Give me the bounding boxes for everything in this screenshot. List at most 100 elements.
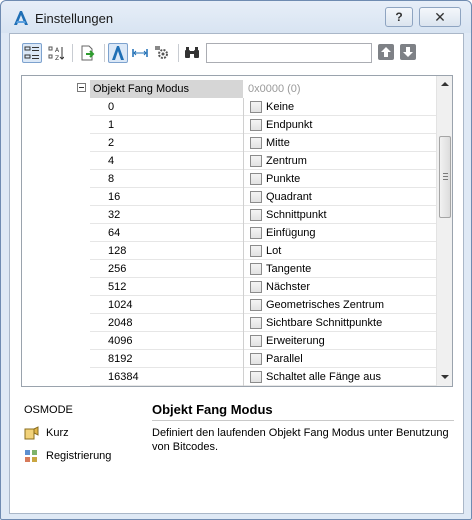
bitcode-value: 1 — [108, 119, 115, 131]
bitcode-label: Sichtbare Schnittpunkte — [266, 317, 383, 329]
column-divider — [243, 152, 244, 170]
description-divider — [152, 420, 454, 421]
bitcode-label: Geometrisches Zentrum — [266, 299, 384, 311]
bitcode-row[interactable]: 16 Quadrant — [90, 188, 436, 206]
bitcode-value: 4096 — [108, 335, 133, 347]
bitcode-checkbox[interactable] — [250, 371, 262, 383]
thumb-grip — [443, 173, 448, 174]
bitcode-checkbox[interactable] — [250, 191, 262, 203]
find-next-button[interactable] — [400, 44, 416, 60]
bitcode-checkbox[interactable] — [250, 299, 262, 311]
column-divider — [243, 350, 244, 368]
info-panel: OSMODE Kurz Registrierung Objekt Fang Mo… — [10, 394, 463, 514]
bitcode-checkbox[interactable] — [250, 227, 262, 239]
search-input[interactable] — [206, 43, 372, 63]
bitcode-checkbox[interactable] — [250, 155, 262, 167]
bitcode-row[interactable]: 8 Punkte — [90, 170, 436, 188]
bitcode-value: 128 — [108, 245, 127, 257]
export-button[interactable] — [78, 43, 98, 63]
bitcode-checkbox[interactable] — [250, 263, 262, 275]
bitcode-row[interactable]: 256 Tangente — [90, 260, 436, 278]
autocad-variables-icon — [112, 46, 124, 60]
window-title: Einstellungen — [35, 11, 114, 26]
lamp-icon — [24, 426, 39, 440]
column-divider — [243, 296, 244, 314]
bitcode-checkbox[interactable] — [250, 101, 262, 113]
settings-button[interactable] — [152, 43, 172, 63]
bitcode-label: Schnittpunkt — [266, 209, 327, 221]
close-button[interactable]: ✕ — [419, 7, 461, 27]
parameter-name: Objekt Fang Modus — [90, 80, 243, 98]
help-button[interactable]: ? — [385, 7, 413, 27]
thumb-grip — [443, 176, 448, 177]
bitcode-row[interactable]: 32 Schnittpunkt — [90, 206, 436, 224]
bitcode-label: Lot — [266, 245, 282, 257]
settings-window: Einstellungen ? ✕ A Z Objekt Fang Modus … — [0, 0, 472, 520]
bitcode-row[interactable]: 0 Keine — [90, 98, 436, 116]
bitcode-checkbox[interactable] — [250, 173, 262, 185]
arrow-down-icon — [403, 47, 413, 57]
registry-icon — [25, 450, 37, 462]
column-divider — [243, 224, 244, 242]
column-divider — [243, 260, 244, 278]
column-divider — [243, 278, 244, 296]
bitcode-row[interactable]: 512 Nächster — [90, 278, 436, 296]
bitcode-label: Zentrum — [266, 155, 307, 167]
categorized-view-button[interactable] — [22, 43, 42, 63]
bitcode-value: 8 — [108, 173, 115, 185]
settings-gear-icon — [155, 46, 168, 59]
bitcode-checkbox[interactable] — [250, 317, 262, 329]
find-previous-button[interactable] — [378, 44, 394, 60]
find-button[interactable] — [182, 43, 202, 63]
alphabetical-sort-button[interactable]: A Z — [46, 43, 66, 63]
bitcode-value: 0 — [108, 101, 115, 113]
column-divider — [243, 206, 244, 224]
bitcode-row[interactable]: 64 Einfügung — [90, 224, 436, 242]
bitcode-row[interactable]: 4 Zentrum — [90, 152, 436, 170]
parameter-row[interactable]: Objekt Fang Modus 0x0000 (0) — [22, 80, 436, 98]
arrow-up-icon — [381, 47, 391, 57]
bitcode-checkbox[interactable] — [250, 119, 262, 131]
bitcode-checkbox[interactable] — [250, 245, 262, 257]
bitcode-checkbox[interactable] — [250, 137, 262, 149]
collapse-toggle[interactable] — [77, 83, 86, 92]
scrollbar-thumb[interactable] — [439, 136, 451, 218]
column-divider — [243, 98, 244, 116]
title-bar[interactable]: Einstellungen ? ✕ — [1, 1, 471, 33]
vertical-scrollbar[interactable] — [436, 76, 452, 386]
property-grid: Objekt Fang Modus 0x0000 (0) 0 Keine 1 Endp… — [21, 75, 453, 387]
alphabetical-sort-icon: A Z — [48, 46, 64, 61]
autocad-variables-button[interactable] — [108, 43, 128, 63]
toolbar-separator — [72, 44, 73, 62]
bitcode-row[interactable]: 16384 Schaltet alle Fänge aus — [90, 368, 436, 386]
bitcode-value: 2 — [108, 137, 115, 149]
bitcode-row[interactable]: 1024 Geometrisches Zentrum — [90, 296, 436, 314]
thumb-grip — [443, 179, 448, 180]
column-divider — [243, 188, 244, 206]
bitcode-label: Tangente — [266, 263, 312, 275]
bitcode-row[interactable]: 4096 Erweiterung — [90, 332, 436, 350]
dialog-body: A Z Objekt Fang Modus 0x0000 (0) 0 Keine… — [9, 33, 464, 514]
bitcode-checkbox[interactable] — [250, 281, 262, 293]
bitcode-row[interactable]: 8192 Parallel — [90, 350, 436, 368]
bitcode-label: Quadrant — [266, 191, 312, 203]
bitcode-row[interactable]: 2048 Sichtbare Schnittpunkte — [90, 314, 436, 332]
bitcode-checkbox[interactable] — [250, 335, 262, 347]
column-width-button[interactable] — [130, 43, 150, 63]
scroll-down-icon[interactable] — [441, 373, 449, 381]
bitcode-value: 16384 — [108, 371, 139, 383]
description-title: Objekt Fang Modus — [152, 402, 273, 417]
bitcode-value: 512 — [108, 281, 127, 293]
bitcode-label: Mitte — [266, 137, 290, 149]
bitcode-row[interactable]: 128 Lot — [90, 242, 436, 260]
column-divider — [243, 170, 244, 188]
categorized-view-icon — [24, 46, 39, 59]
svg-text:Z: Z — [55, 55, 59, 61]
bitcode-label: Parallel — [266, 353, 303, 365]
bitcode-checkbox[interactable] — [250, 209, 262, 221]
bitcode-checkbox[interactable] — [250, 353, 262, 365]
scroll-up-icon[interactable] — [441, 80, 449, 88]
bitcode-row[interactable]: 1 Endpunkt — [90, 116, 436, 134]
bitcode-row[interactable]: 2 Mitte — [90, 134, 436, 152]
column-divider — [243, 116, 244, 134]
